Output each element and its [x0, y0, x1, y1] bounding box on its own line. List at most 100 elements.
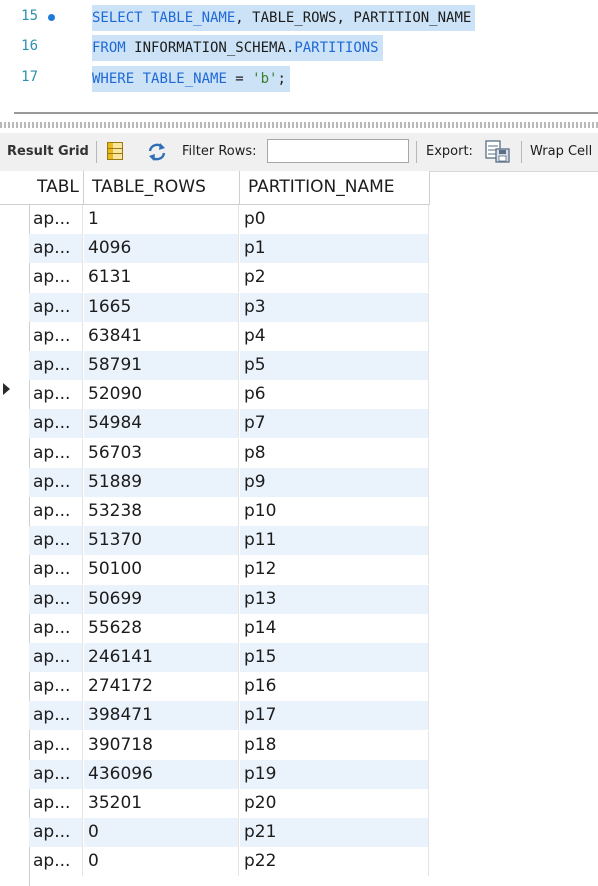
cell-partition-name[interactable]: p1 [240, 234, 429, 264]
panel-splitter-handle[interactable] [0, 122, 598, 128]
cell-table-rows[interactable]: 51889 [84, 467, 239, 497]
column-header-table-rows[interactable]: TABLE_ROWS [84, 171, 240, 204]
cell-partition-name[interactable]: p5 [240, 351, 429, 380]
cell-table-rows[interactable]: 390718 [84, 730, 239, 760]
cell-partition-name[interactable]: p2 [240, 263, 429, 293]
code-line[interactable]: 16 FROM INFORMATION_SCHEMA.PARTITIONS [0, 32, 598, 63]
cell-table-name[interactable]: ap... [29, 292, 83, 322]
cell-table-name[interactable]: ap... [29, 584, 83, 614]
cell-table-rows[interactable]: 53238 [84, 497, 239, 526]
cell-table-name[interactable]: ap... [29, 351, 83, 380]
cell-partition-name[interactable]: p22 [240, 847, 429, 877]
table-row[interactable]: ap... 51370 p11 [29, 526, 429, 556]
cell-partition-name[interactable]: p14 [240, 613, 429, 643]
table-row[interactable]: ap... 0 p21 [29, 818, 429, 848]
table-row[interactable]: ap... 246141 p15 [29, 643, 429, 672]
cell-table-rows[interactable]: 35201 [84, 789, 239, 818]
cell-table-rows[interactable]: 274172 [84, 672, 239, 702]
cell-table-rows[interactable]: 51370 [84, 526, 239, 556]
table-row[interactable]: ap... 4096 p1 [29, 234, 429, 264]
cell-partition-name[interactable]: p9 [240, 467, 429, 497]
cell-table-rows[interactable]: 1 [84, 205, 239, 234]
cell-table-rows[interactable]: 58791 [84, 351, 239, 380]
code-text[interactable]: FROM INFORMATION_SCHEMA.PARTITIONS [92, 35, 383, 61]
table-row[interactable]: ap... 52090 p6 [29, 380, 429, 410]
cell-table-name[interactable]: ap... [29, 526, 83, 556]
table-row[interactable]: ap... 54984 p7 [29, 409, 429, 439]
table-row[interactable]: ap... 50100 p12 [29, 555, 429, 585]
cell-table-name[interactable]: ap... [29, 818, 83, 848]
code-text[interactable]: WHERE TABLE_NAME = 'b'; [92, 66, 290, 92]
cell-table-name[interactable]: ap... [29, 467, 83, 497]
cell-partition-name[interactable]: p0 [240, 205, 429, 234]
cell-table-name[interactable]: ap... [29, 672, 83, 702]
code-line[interactable]: 17 WHERE TABLE_NAME = 'b'; [0, 63, 598, 94]
cell-partition-name[interactable]: p13 [240, 584, 429, 614]
cell-partition-name[interactable]: p7 [240, 409, 429, 439]
result-grid-tab[interactable]: Result Grid [7, 144, 89, 159]
table-row[interactable]: ap... 58791 p5 [29, 351, 429, 380]
table-row[interactable]: ap... 63841 p4 [29, 321, 429, 351]
table-row[interactable]: ap... 56703 p8 [29, 438, 429, 468]
wrap-cell-toggle[interactable]: Wrap Cell [530, 144, 592, 159]
cell-partition-name[interactable]: p21 [240, 818, 429, 848]
cell-partition-name[interactable]: p17 [240, 701, 429, 731]
table-row[interactable]: ap... 53238 p10 [29, 497, 429, 526]
column-header-partition-name[interactable]: PARTITION_NAME [240, 171, 430, 204]
cell-table-name[interactable]: ap... [29, 730, 83, 760]
cell-table-name[interactable]: ap... [29, 409, 83, 439]
cell-table-rows[interactable]: 55628 [84, 613, 239, 643]
cell-partition-name[interactable]: p8 [240, 438, 429, 468]
cell-table-name[interactable]: ap... [29, 438, 83, 468]
cell-table-name[interactable]: ap... [29, 613, 83, 643]
cell-table-rows[interactable]: 63841 [84, 321, 239, 351]
cell-table-rows[interactable]: 246141 [84, 643, 239, 672]
filter-rows-input[interactable] [267, 139, 409, 163]
cell-table-name[interactable]: ap... [29, 789, 83, 818]
cell-table-name[interactable]: ap... [29, 555, 83, 585]
cell-table-rows[interactable]: 4096 [84, 234, 239, 264]
cell-table-name[interactable]: ap... [29, 643, 83, 672]
cell-table-rows[interactable]: 54984 [84, 409, 239, 439]
cell-table-name[interactable]: ap... [29, 497, 83, 526]
table-row[interactable]: ap... 436096 p19 [29, 759, 429, 789]
cell-table-rows[interactable]: 0 [84, 818, 239, 848]
cell-table-rows[interactable]: 0 [84, 847, 239, 877]
cell-table-name[interactable]: ap... [29, 847, 83, 877]
table-row[interactable]: ap... 55628 p14 [29, 613, 429, 643]
refresh-icon[interactable] [146, 142, 168, 162]
cell-table-name[interactable]: ap... [29, 380, 83, 410]
cell-partition-name[interactable]: p11 [240, 526, 429, 556]
cell-partition-name[interactable]: p18 [240, 730, 429, 760]
cell-table-rows[interactable]: 1665 [84, 292, 239, 322]
cell-table-rows[interactable]: 50100 [84, 555, 239, 585]
table-row[interactable]: ap... 390718 p18 [29, 730, 429, 760]
cell-table-rows[interactable]: 398471 [84, 701, 239, 731]
cell-table-name[interactable]: ap... [29, 759, 83, 789]
cell-partition-name[interactable]: p10 [240, 497, 429, 526]
cell-table-name[interactable]: ap... [29, 263, 83, 293]
table-row[interactable]: ap... 1 p0 [29, 205, 429, 234]
cell-table-rows[interactable]: 56703 [84, 438, 239, 468]
cell-table-rows[interactable]: 50699 [84, 584, 239, 614]
column-header-table-name[interactable]: TABL [29, 171, 84, 204]
table-row[interactable]: ap... 6131 p2 [29, 263, 429, 293]
code-text[interactable]: SELECT TABLE_NAME, TABLE_ROWS, PARTITION… [92, 5, 476, 31]
table-row[interactable]: ap... 1665 p3 [29, 292, 429, 322]
table-row[interactable]: ap... 51889 p9 [29, 467, 429, 497]
cell-partition-name[interactable]: p20 [240, 789, 429, 818]
cell-partition-name[interactable]: p15 [240, 643, 429, 672]
cell-table-name[interactable]: ap... [29, 205, 83, 234]
cell-partition-name[interactable]: p12 [240, 555, 429, 585]
cell-table-name[interactable]: ap... [29, 701, 83, 731]
table-row[interactable]: ap... 35201 p20 [29, 789, 429, 818]
cell-table-name[interactable]: ap... [29, 321, 83, 351]
table-row[interactable]: ap... 50699 p13 [29, 584, 429, 614]
cell-partition-name[interactable]: p3 [240, 292, 429, 322]
table-row[interactable]: ap... 0 p22 [29, 847, 429, 877]
result-grid-icon[interactable] [107, 142, 123, 160]
table-row[interactable]: ap... 274172 p16 [29, 672, 429, 702]
cell-partition-name[interactable]: p19 [240, 759, 429, 789]
cell-table-name[interactable]: ap... [29, 234, 83, 264]
cell-partition-name[interactable]: p4 [240, 321, 429, 351]
